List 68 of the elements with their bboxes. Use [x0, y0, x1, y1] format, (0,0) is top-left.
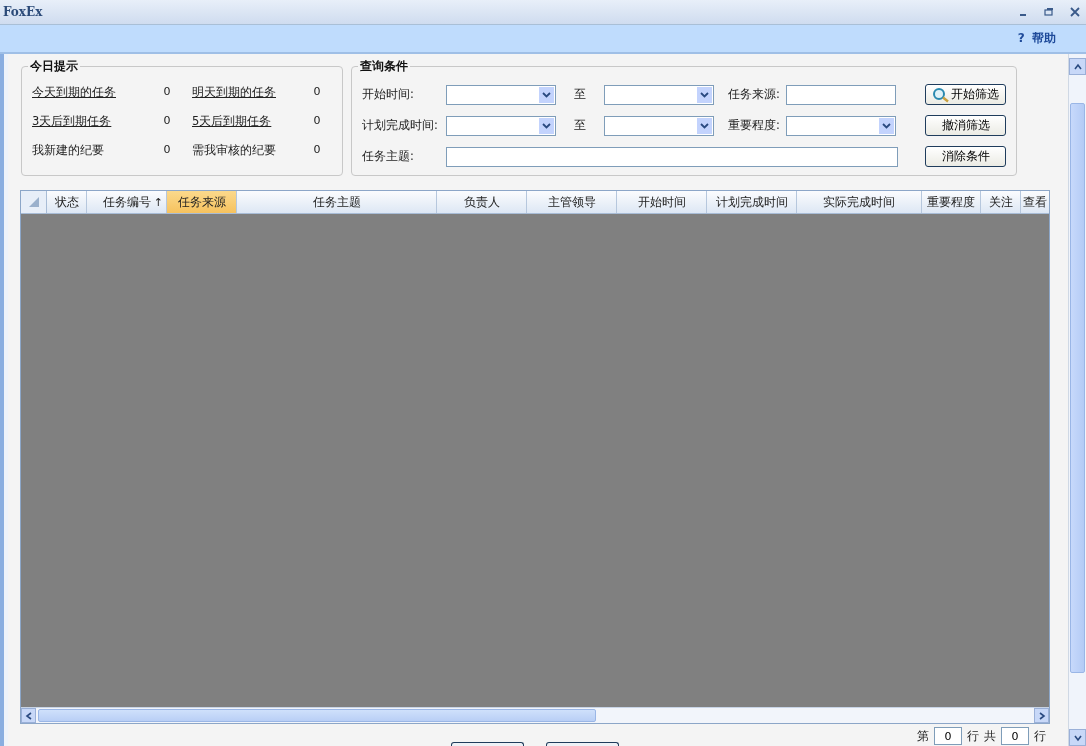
count-text: 0 — [312, 85, 322, 100]
caret-icon — [879, 117, 894, 134]
window-title: FoxEx — [3, 5, 43, 19]
sort-indicator: ↑ — [153, 195, 163, 209]
task-link[interactable]: 明天到期的任务 — [192, 85, 302, 100]
column-header[interactable]: 开始时间 — [617, 191, 707, 213]
column-header[interactable]: 状态 — [47, 191, 87, 213]
task-link[interactable]: 3天后到期任务 — [32, 114, 142, 129]
pager-label: 行 — [967, 727, 979, 745]
range-separator: 至 — [573, 117, 587, 134]
select-all-corner[interactable] — [21, 191, 47, 213]
scrollbar-thumb[interactable] — [1070, 103, 1085, 673]
help-button[interactable]: ? 帮助 — [1017, 30, 1056, 47]
date-dropdown[interactable] — [446, 84, 556, 105]
range-separator: 至 — [573, 86, 587, 103]
input-field[interactable] — [786, 84, 896, 105]
dropdown-field[interactable] — [786, 115, 896, 136]
column-header[interactable]: 任务来源 — [167, 191, 237, 213]
field-label: 计划完成时间: — [362, 118, 439, 133]
close-icon[interactable] — [1070, 7, 1080, 17]
input-field[interactable] — [446, 146, 898, 167]
panel-title: 查询条件 — [359, 58, 409, 75]
caret-icon — [697, 117, 712, 134]
row-field[interactable]: 0 — [934, 727, 962, 745]
column-header[interactable]: 查看 — [1021, 191, 1049, 213]
corner-triangle-icon — [27, 196, 40, 208]
column-header[interactable]: 关注 — [981, 191, 1021, 213]
column-header[interactable]: 计划完成时间 — [707, 191, 797, 213]
scroll-up-icon[interactable] — [1069, 58, 1086, 75]
search-icon — [932, 86, 950, 103]
pager-label: 共 — [984, 727, 996, 745]
field-label: 任务来源: — [728, 87, 781, 102]
column-header[interactable]: 重要程度 — [922, 191, 981, 213]
date-dropdown[interactable] — [604, 84, 714, 105]
date-dropdown[interactable] — [446, 115, 556, 136]
caret-icon — [539, 117, 554, 134]
summary-label: 需我审核的纪要 — [192, 143, 277, 158]
filter-button[interactable]: 开始筛选 — [925, 84, 1006, 105]
field-label: 重要程度: — [728, 118, 781, 133]
panel-title: 今日提示 — [29, 58, 79, 75]
pager-label: 第 — [917, 727, 929, 745]
column-header[interactable]: 任务主题 — [237, 191, 437, 213]
column-header[interactable]: 负责人 — [437, 191, 527, 213]
task-link[interactable]: 今天到期的任务 — [32, 85, 142, 100]
date-dropdown[interactable] — [604, 115, 714, 136]
column-header[interactable]: 主管领导 — [527, 191, 617, 213]
count-text: 0 — [162, 143, 172, 158]
filter-button[interactable]: 撤消筛选 — [925, 115, 1006, 136]
count-text: 0 — [312, 143, 322, 158]
scroll-down-icon[interactable] — [1069, 729, 1086, 746]
count-text: 0 — [162, 114, 172, 129]
count-text: 0 — [312, 114, 322, 129]
scrollbar-thumb[interactable] — [38, 709, 596, 722]
caret-icon — [539, 86, 554, 103]
filter-button[interactable]: 消除条件 — [925, 146, 1006, 167]
task-link[interactable]: 5天后到期任务 — [192, 114, 302, 129]
pager-label: 行 — [1034, 727, 1046, 745]
total-field[interactable]: 0 — [1001, 727, 1029, 745]
column-header[interactable]: 实际完成时间 — [797, 191, 922, 213]
caret-icon — [697, 86, 712, 103]
scroll-right-icon[interactable] — [1034, 708, 1049, 723]
scroll-left-icon[interactable] — [21, 708, 36, 723]
field-label: 开始时间: — [362, 87, 415, 102]
summary-label: 我新建的纪要 — [32, 143, 105, 158]
count-text: 0 — [162, 85, 172, 100]
field-label: 任务主题: — [362, 149, 415, 164]
horizontal-scrollbar[interactable] — [21, 707, 1049, 723]
restore-icon[interactable] — [1044, 7, 1054, 17]
